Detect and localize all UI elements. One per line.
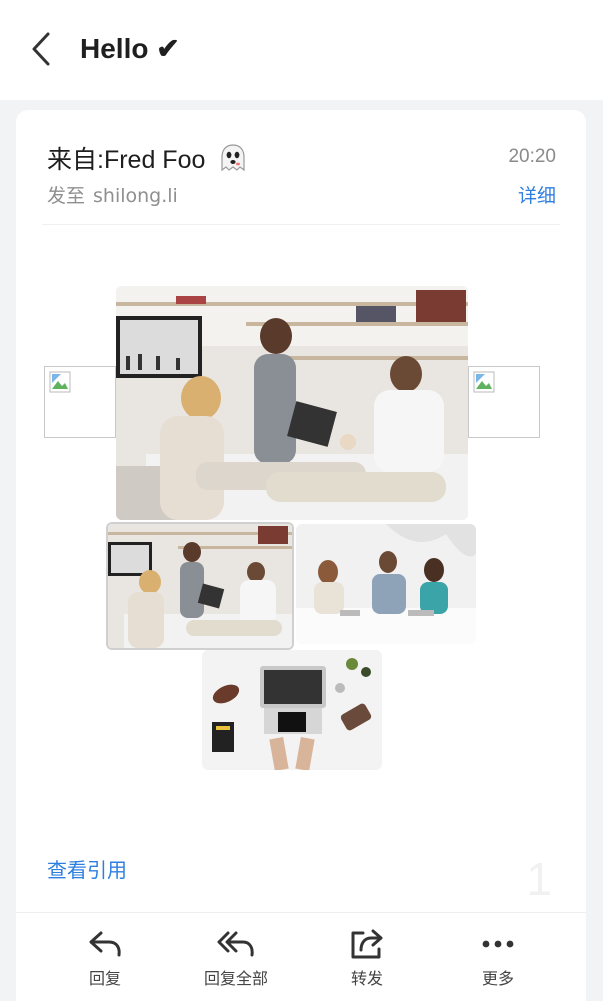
reply-label: 回复: [88, 969, 121, 988]
back-button[interactable]: [24, 30, 58, 68]
reply-all-icon: [217, 931, 254, 957]
header-divider: [42, 224, 560, 225]
broken-image-icon: [473, 371, 495, 393]
forward-icon: [351, 929, 383, 959]
image-office-meeting-thumb[interactable]: [106, 522, 294, 650]
more-label: 更多: [481, 969, 514, 988]
action-bar: 回复 回复全部 转发 更多: [16, 912, 586, 1001]
details-link[interactable]: 详细: [518, 181, 556, 208]
page-number: 1: [526, 853, 552, 905]
sender-label: 来自:Fred Foo: [47, 146, 206, 174]
view-quote-link[interactable]: 查看引用: [47, 854, 127, 883]
reply-all-label: 回复全部: [203, 969, 268, 988]
broken-image-icon: [49, 371, 71, 393]
image-team-table[interactable]: [296, 524, 476, 644]
forward-label: 转发: [350, 969, 383, 988]
reply-icon: [89, 931, 121, 957]
sender-line: 来自:Fred Foo: [47, 140, 248, 176]
broken-image-right[interactable]: [468, 366, 540, 438]
more-icon: [482, 940, 514, 948]
chevron-left-icon: [32, 32, 50, 66]
email-time: 20:20: [508, 146, 556, 167]
image-laptop-desk[interactable]: [202, 650, 382, 770]
reply-all-button[interactable]: 回复全部: [176, 913, 296, 1001]
reply-button[interactable]: 回复: [45, 913, 165, 1001]
more-button[interactable]: 更多: [438, 913, 558, 1001]
recipient-value: shilong.li: [93, 185, 178, 207]
forward-button[interactable]: 转发: [307, 913, 427, 1001]
recipient-prefix: 发至: [47, 185, 86, 207]
page-title: Hello ✔: [80, 33, 180, 64]
image-office-meeting-large[interactable]: [116, 286, 468, 520]
ghost-emoji-icon: [221, 144, 245, 172]
top-bar: Hello ✔: [0, 0, 603, 100]
recipient-line: 发至 shilong.li: [47, 181, 178, 208]
email-card: 来自:Fred Foo 20:20 发至 shilong.li 详细 查看引用 …: [16, 110, 586, 1000]
broken-image-left[interactable]: [44, 366, 116, 438]
